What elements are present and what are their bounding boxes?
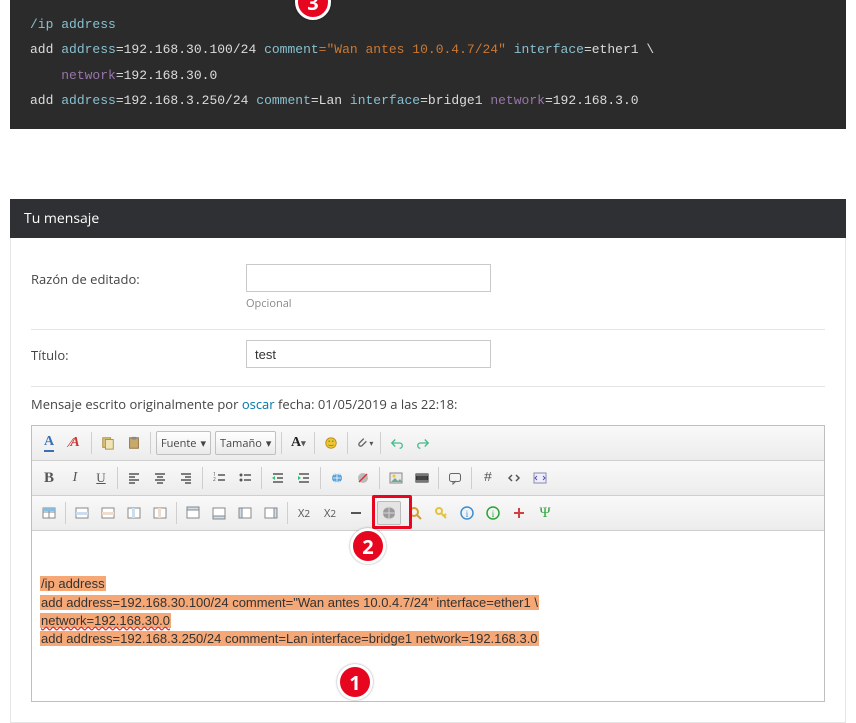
image-icon[interactable] (384, 466, 408, 490)
col-before-icon[interactable] (233, 501, 257, 525)
unlink-icon[interactable] (351, 466, 375, 490)
info-green-icon[interactable]: i (481, 501, 505, 525)
align-right-icon[interactable] (174, 466, 198, 490)
indent-icon[interactable] (292, 466, 316, 490)
code-icon[interactable] (502, 466, 526, 490)
video-icon[interactable] (410, 466, 434, 490)
italic-icon[interactable]: I (63, 466, 87, 490)
annotation-highlight-2 (372, 495, 412, 529)
svg-text:1: 1 (213, 472, 216, 478)
link-icon[interactable] (325, 466, 349, 490)
unordered-list-icon[interactable] (233, 466, 257, 490)
edit-reason-label: Razón de editado: (31, 264, 246, 288)
svg-text:i: i (466, 509, 469, 519)
insert-col-icon[interactable] (122, 501, 146, 525)
ordered-list-icon[interactable]: 12 (207, 466, 231, 490)
outdent-icon[interactable] (266, 466, 290, 490)
field-row-title: Título: (31, 330, 825, 387)
textcolor-icon[interactable]: A (37, 431, 61, 455)
psi-icon[interactable]: Ψ (533, 501, 557, 525)
paste-icon[interactable] (122, 431, 146, 455)
col-after-icon[interactable] (259, 501, 283, 525)
toolbar-row-3: X2 X2 i i Ψ (32, 496, 824, 531)
subscript-icon[interactable]: X2 (292, 501, 316, 525)
toolbar-row-1: A A⁄ Fuente▾ Tamaño▾ A▾ ▾ (32, 426, 824, 461)
toolbar-row-2: B I U 12 (32, 461, 824, 496)
hashtag-icon[interactable]: # (476, 466, 500, 490)
undo-icon[interactable] (385, 431, 409, 455)
font-size-select[interactable]: Tamaño▾ (215, 431, 276, 455)
plus-icon[interactable] (507, 501, 531, 525)
smiley-icon[interactable] (319, 431, 343, 455)
font-family-select[interactable]: Fuente▾ (156, 431, 211, 455)
quote-icon[interactable] (443, 466, 467, 490)
panel-heading: Tu mensaje (10, 199, 846, 238)
remove-format-icon[interactable]: A⁄ (63, 431, 87, 455)
original-author-link[interactable]: oscar (242, 395, 275, 413)
title-input[interactable] (246, 340, 491, 368)
align-left-icon[interactable] (122, 466, 146, 490)
edit-reason-hint: Opcional (246, 296, 491, 311)
key-icon[interactable] (429, 501, 453, 525)
code-cmd: /ip address (30, 17, 116, 32)
row-after-icon[interactable] (207, 501, 231, 525)
font-color-picker[interactable]: A▾ (286, 431, 310, 455)
table-icon[interactable] (37, 501, 61, 525)
attachment-icon[interactable]: ▾ (352, 431, 376, 455)
bold-icon[interactable]: B (37, 466, 61, 490)
align-center-icon[interactable] (148, 466, 172, 490)
redo-icon[interactable] (411, 431, 435, 455)
delete-row-icon[interactable] (96, 501, 120, 525)
original-post-line: Mensaje escrito originalmente por oscar … (31, 395, 825, 413)
editor-content-area[interactable]: /ip address add address=192.168.30.100/2… (32, 531, 824, 701)
copy-icon[interactable] (96, 431, 120, 455)
reply-panel: Tu mensaje Razón de editado: Opcional Tí… (10, 199, 846, 723)
title-label: Título: (31, 340, 246, 364)
info-blue-icon[interactable]: i (455, 501, 479, 525)
delete-col-icon[interactable] (148, 501, 172, 525)
svg-text:i: i (492, 509, 495, 519)
svg-text:2: 2 (213, 477, 216, 483)
superscript-icon[interactable]: X2 (318, 501, 342, 525)
insert-row-icon[interactable] (70, 501, 94, 525)
code-preview: /ip address add address=192.168.30.100/2… (10, 0, 846, 129)
html-icon[interactable] (528, 466, 552, 490)
row-before-icon[interactable] (181, 501, 205, 525)
hr-icon[interactable] (344, 501, 368, 525)
wysiwyg-editor: A A⁄ Fuente▾ Tamaño▾ A▾ ▾ B (31, 425, 825, 702)
underline-icon[interactable]: U (89, 466, 113, 490)
edit-reason-input[interactable] (246, 264, 491, 292)
field-row-edit-reason: Razón de editado: Opcional (31, 254, 825, 330)
editor-selected-text: /ip address add address=192.168.30.100/2… (40, 575, 816, 648)
code-lines: /ip address add address=192.168.30.100/2… (30, 12, 826, 113)
